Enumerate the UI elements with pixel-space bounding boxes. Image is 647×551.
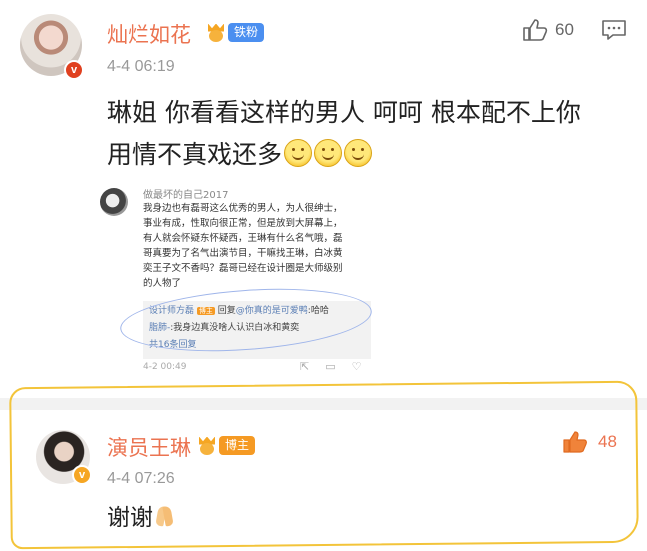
comment-text-line2: 用情不真戏还多 <box>107 134 581 176</box>
crown-medal-icon <box>206 23 226 42</box>
comment-text-line2-text: 用情不真戏还多 <box>107 140 283 169</box>
embedded-body-line: 有人就会怀疑东怀疑西，王琳有什么名气哦，磊 <box>143 233 343 244</box>
blogger-tag: 博主 <box>219 436 256 455</box>
embedded-body-line: 哥真要为了名气出演节目，干嘛找王琳，白冰黄 <box>143 248 343 259</box>
share-icon: ⇱ <box>300 360 310 373</box>
comment-time: 4-4 06:19 <box>107 58 175 75</box>
comment-username[interactable]: 演员王琳 <box>107 432 191 462</box>
comment-text-line1: 琳姐 你看看这样的男人 呵呵 根本配不上你 <box>107 98 581 127</box>
comment-icon[interactable] <box>601 19 627 41</box>
embedded-avatar <box>100 188 128 216</box>
verified-badge-icon: v <box>64 60 84 80</box>
smile-emoji-icon <box>314 139 343 167</box>
highlight-border <box>9 380 639 550</box>
smile-emoji-icon <box>284 139 313 167</box>
fan-tag: 铁粉 <box>228 23 265 42</box>
verified-badge-icon: v <box>72 465 92 485</box>
comment-username[interactable]: 灿烂如花 <box>107 19 191 49</box>
crown-medal-icon <box>197 436 217 455</box>
comment-text: 谢谢 <box>107 497 177 539</box>
embedded-screenshot[interactable]: 做最坏的自己2017 我身边也有磊哥这么优秀的男人，为人很绅士， 事业有成，性取… <box>100 182 378 382</box>
smile-emoji-icon <box>344 139 373 167</box>
comment-icon: ▭ <box>325 360 336 373</box>
like-count: 48 <box>598 432 617 451</box>
embedded-body: 我身边也有磊哥这么优秀的男人，为人很绅士， 事业有成，性取向很正常，但是放到大屏… <box>143 201 375 291</box>
thumbs-up-icon: ♡ <box>351 360 362 373</box>
embedded-body-line: 奕王子文不香吗？磊哥已经在设计圈是大师级别 <box>143 263 343 274</box>
thumbs-up-icon[interactable] <box>522 18 548 42</box>
comment-text-body: 谢谢 <box>107 505 153 531</box>
pray-emoji-icon <box>153 504 177 528</box>
thumbs-up-icon[interactable] <box>562 430 588 454</box>
like-count: 60 <box>555 20 574 39</box>
embedded-author: 做最坏的自己2017 <box>143 190 229 201</box>
embedded-body-line: 事业有成，性取向很正常，但是放到大屏幕上， <box>143 218 343 229</box>
fan-medal[interactable]: 铁粉 <box>206 23 265 42</box>
embedded-time: 4-2 00:49 <box>143 362 187 372</box>
blogger-medal[interactable]: 博主 <box>197 436 256 455</box>
embedded-body-line: 我身边也有磊哥这么优秀的男人，为人很绅士， <box>143 203 343 214</box>
comment-text: 琳姐 你看看这样的男人 呵呵 根本配不上你 用情不真戏还多 <box>107 92 581 176</box>
comment-time: 4-4 07:26 <box>107 470 175 487</box>
embedded-actions: ⇱ ▭ ♡ <box>300 360 362 373</box>
